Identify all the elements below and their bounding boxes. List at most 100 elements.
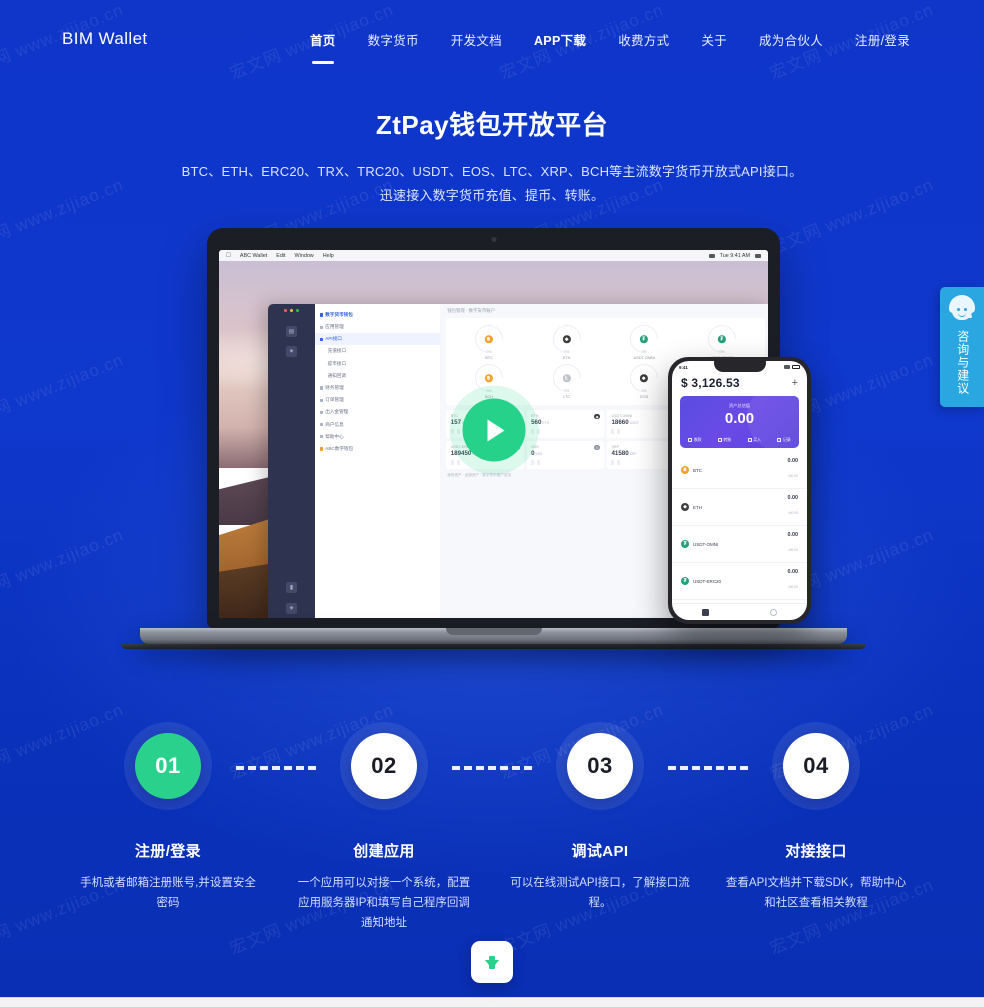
- step-title: 对接接口: [785, 843, 847, 860]
- consult-widget-label: 咨询与建议: [955, 330, 970, 395]
- step-circle-halo: 02: [340, 722, 428, 810]
- asset-row[interactable]: ₮ USDT-ERC20 0.00 ≈¥0.00: [672, 563, 807, 600]
- currency-card-unit: ETH: [541, 421, 550, 426]
- action-icon: [688, 438, 693, 442]
- step-text-04: 对接接口 查看API文档并下载SDK，帮助中心和社区查看相关教程: [726, 810, 906, 933]
- step-03[interactable]: 03: [524, 722, 676, 810]
- page-title: ZtPay钱包开放平台: [375, 110, 609, 140]
- bullet-icon: [319, 313, 323, 317]
- gear-icon[interactable]: ✷: [286, 346, 297, 358]
- currency-card[interactable]: ETH 560 ETH ◆: [526, 409, 604, 438]
- currency-card-unit: VDS: [534, 452, 543, 457]
- cellular-icon: [784, 365, 790, 369]
- sidebar-item-label: 数字货币钱包: [325, 311, 353, 317]
- step-04[interactable]: 04: [740, 722, 892, 810]
- step-number: 01: [135, 733, 201, 799]
- menubar-item-edit[interactable]: Edit: [276, 253, 285, 259]
- sidebar-item-5[interactable]: 通知回调: [315, 370, 441, 382]
- bullet-icon: [319, 423, 323, 427]
- asset-fiat-value: ≈¥0.00: [787, 474, 798, 478]
- sidebar-item-label: 应用管理: [325, 324, 344, 330]
- rail-bottom-icons: ▮ ✷: [286, 581, 297, 614]
- nav-item-3[interactable]: APP下载: [518, 24, 602, 55]
- phone-screen: 9:41 $ 3,126.53 + 资产总估值 0.00 收款 转账 买入 记录 ฿ B…: [672, 361, 807, 620]
- sidebar-item-9[interactable]: 商户信息: [315, 419, 441, 431]
- brand-dot-icon: [319, 447, 323, 451]
- wallet-icon[interactable]: ▤: [286, 326, 297, 338]
- step-description: 可以在线测试API接口，了解接口流程。: [510, 877, 690, 910]
- sidebar-item-7[interactable]: 订单管理: [315, 394, 441, 406]
- asset-row[interactable]: ◆ ETH 0.00 ≈¥0.00: [672, 489, 807, 526]
- nav-item-0[interactable]: 首页: [294, 24, 352, 55]
- page-bottom-strip: [0, 997, 984, 1007]
- asset-name: ETH: [693, 504, 702, 510]
- nav-item-2[interactable]: 开发文档: [435, 24, 518, 55]
- scroll-down-button[interactable]: [471, 941, 513, 983]
- settings-icon[interactable]: ✷: [286, 602, 297, 614]
- asset-row[interactable]: ฿ BTC 0.00 ≈¥0.00: [672, 452, 807, 489]
- gauge-label: USDT-OMNI: [633, 355, 655, 360]
- sidebar-item-6[interactable]: 财务管理: [315, 382, 441, 394]
- sidebar-item-4[interactable]: 提币接口: [315, 358, 441, 370]
- lock-icon[interactable]: ▮: [286, 581, 297, 593]
- step-gap: [460, 810, 524, 933]
- nav-item-4[interactable]: 收费方式: [602, 24, 685, 55]
- coin-icon: ฿: [681, 466, 689, 474]
- coin-icon: ◆: [562, 335, 571, 343]
- sidebar-item-0[interactable]: 数字货币钱包: [315, 309, 441, 321]
- tab-settings-icon[interactable]: [769, 608, 777, 616]
- brand-logo[interactable]: BIM Wallet: [62, 29, 148, 49]
- step-text-03: 调试API 可以在线测试API接口，了解接口流程。: [510, 810, 690, 933]
- nav-item-1[interactable]: 数字货币: [352, 24, 435, 55]
- asset-action-1[interactable]: 转账: [717, 437, 731, 443]
- menubar-item-help[interactable]: Help: [323, 253, 334, 259]
- phone-balance-header: $ 3,126.53 +: [672, 373, 807, 396]
- tab-wallet-icon[interactable]: [702, 608, 710, 616]
- app-sidebar: 数字货币钱包 应用管理 API接口 充值接口 提币接口 通知回调 财务管理 订单管理 出入金管理…: [314, 303, 441, 618]
- coin-icon: Ł: [562, 374, 571, 382]
- asset-action-2[interactable]: 买入: [747, 437, 761, 443]
- bullet-icon: [319, 410, 323, 415]
- sidebar-item-8[interactable]: 出入金管理: [315, 406, 441, 418]
- currency-card-actions: [531, 428, 599, 434]
- nav-item-5[interactable]: 关于: [685, 24, 743, 55]
- search-icon: [755, 253, 761, 258]
- play-video-button[interactable]: [462, 398, 525, 462]
- action-icon: [747, 438, 752, 442]
- sidebar-item-1[interactable]: 应用管理: [315, 321, 441, 333]
- macos-menubar:  ABC Wallet Edit Window Help Tue 9:41 A…: [219, 250, 768, 261]
- step-02[interactable]: 02: [308, 722, 460, 810]
- asset-action-0[interactable]: 收款: [688, 437, 702, 443]
- add-asset-button[interactable]: +: [792, 377, 798, 389]
- nav-item-7[interactable]: 注册/登录: [839, 24, 926, 55]
- maximize-icon[interactable]: [295, 308, 300, 313]
- menubar-status-area: Tue 9:41 AM: [708, 253, 761, 259]
- close-icon[interactable]: [283, 308, 288, 313]
- coin-icon: ₮: [681, 540, 689, 548]
- asset-card-actions: 收款 转账 买入 记录: [680, 437, 799, 443]
- step-number: 03: [567, 733, 633, 799]
- sidebar-item-2[interactable]: API接口: [314, 333, 441, 346]
- nav-item-6[interactable]: 成为合伙人: [743, 24, 839, 55]
- menubar-item-window[interactable]: Window: [295, 253, 314, 259]
- gauge-ring: ₮: [624, 319, 665, 359]
- asset-row[interactable]: ₮ USDT-OMNI 0.00 ≈¥0.00: [672, 526, 807, 563]
- hero-subtitle-line-2: 迅速接入数字货币充值、提币、转账。: [379, 188, 605, 204]
- phone-tabbar: [672, 603, 807, 620]
- window-controls[interactable]: [283, 308, 300, 313]
- asset-action-3[interactable]: 记录: [777, 437, 791, 443]
- step-connector: [668, 766, 748, 770]
- battery-icon: [792, 365, 800, 369]
- gauge-3: ₮0%USDT-ERC20: [683, 319, 761, 360]
- coin-icon: ◆: [681, 503, 689, 511]
- consult-widget[interactable]: 咨询与建议: [940, 287, 984, 407]
- currency-card[interactable]: VDS 0 VDS V: [526, 440, 604, 469]
- step-01[interactable]: 01: [92, 722, 244, 810]
- gauge-label: BTC: [485, 355, 493, 360]
- minimize-icon[interactable]: [289, 308, 294, 313]
- sidebar-item-3[interactable]: 充值接口: [315, 345, 441, 357]
- sidebar-item-10[interactable]: 帮助中心: [315, 431, 441, 443]
- gauge-ring: ฿: [469, 358, 509, 398]
- step-text-02: 创建应用 一个应用可以对接一个系统，配置应用服务器IP和填写自己程序回调通知地址: [298, 810, 471, 933]
- currency-card-actions: [531, 459, 599, 465]
